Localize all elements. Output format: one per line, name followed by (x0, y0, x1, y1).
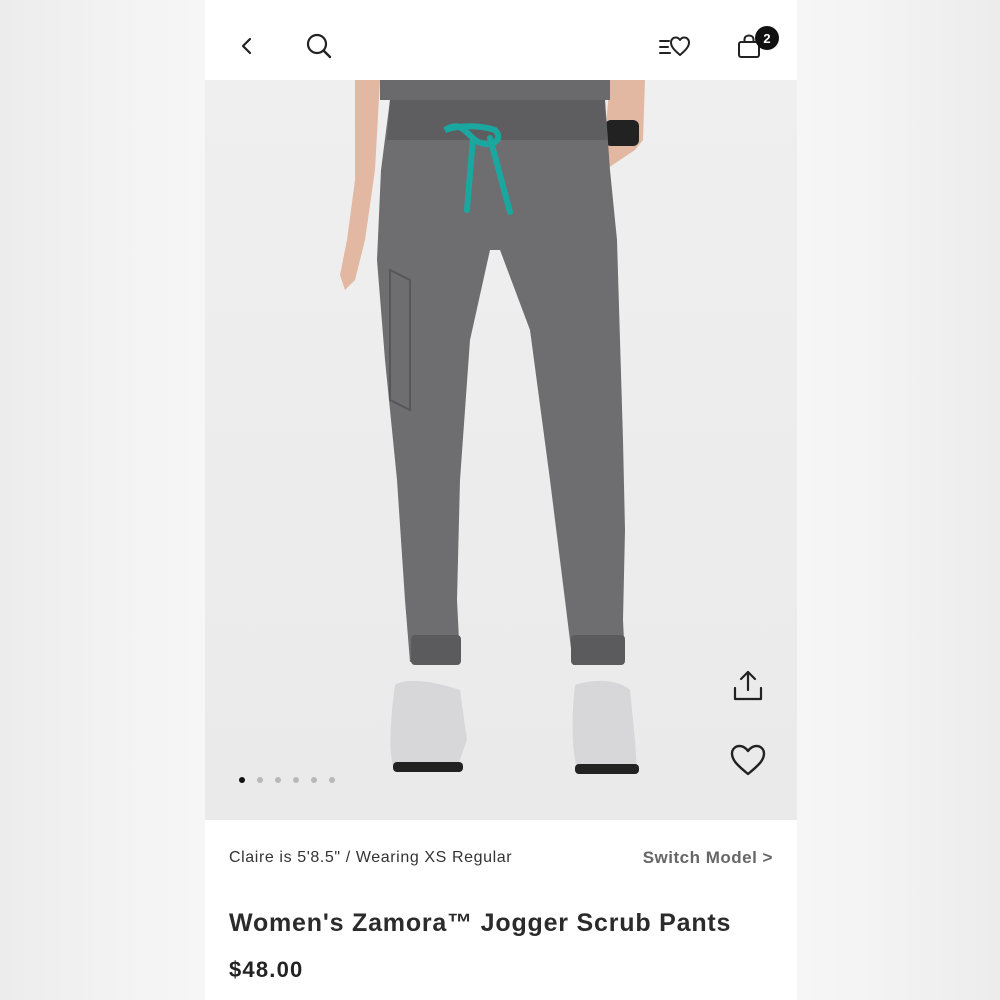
top-navigation-bar: 2 (205, 0, 797, 80)
gallery-dot-3[interactable] (275, 777, 281, 783)
gallery-pagination (239, 777, 335, 783)
left-margin (0, 0, 205, 1000)
product-photo (340, 80, 645, 774)
share-button[interactable] (722, 660, 774, 712)
model-size-info: Claire is 5'8.5" / Wearing XS Regular (229, 849, 513, 866)
switch-model-link[interactable]: Switch Model > (643, 846, 773, 870)
back-button[interactable] (225, 24, 269, 68)
share-icon (733, 670, 763, 701)
product-title: Women's Zamora™ Jogger Scrub Pants (229, 909, 732, 937)
heart-icon (730, 744, 766, 776)
gallery-dot-2[interactable] (257, 777, 263, 783)
gallery-dot-6[interactable] (329, 777, 335, 783)
app-screen: 2 Claire is 5'8.5" / Wearing XS Regular … (205, 0, 797, 1000)
wishlist-button[interactable] (653, 24, 697, 68)
bag-count-badge: 2 (755, 26, 779, 50)
favorite-button[interactable] (722, 734, 774, 786)
right-margin (797, 0, 1000, 1000)
gallery-dot-4[interactable] (293, 777, 299, 783)
search-button[interactable] (297, 24, 341, 68)
product-image-gallery[interactable] (205, 80, 797, 820)
model-info-row: Claire is 5'8.5" / Wearing XS Regular Sw… (229, 846, 773, 870)
search-icon (306, 33, 332, 59)
gallery-dot-5[interactable] (311, 777, 317, 783)
product-price: $48.00 (229, 957, 304, 982)
gallery-dot-1[interactable] (239, 777, 245, 783)
chevron-left-icon (241, 37, 252, 55)
list-heart-icon (659, 36, 690, 56)
